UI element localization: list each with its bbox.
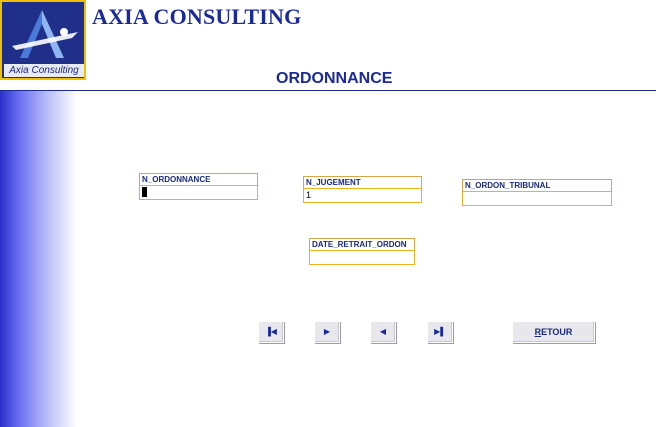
sidebar-gradient: [0, 91, 77, 427]
retour-button[interactable]: RETOUR: [512, 321, 595, 343]
company-logo: Axia Consulting: [0, 0, 86, 80]
header-divider: [0, 90, 656, 91]
n-ordon-tribunal-field: N_ORDON_TRIBUNAL: [462, 179, 612, 206]
last-record-icon: ▶▌: [434, 327, 446, 336]
date-retrait-ordon-label: DATE_RETRAIT_ORDON: [309, 238, 415, 251]
previous-record-button[interactable]: ◀: [370, 321, 396, 343]
first-record-icon: ▐◀: [265, 327, 277, 336]
last-record-button[interactable]: ▶▌: [427, 321, 453, 343]
n-ordonnance-field: N_ORDONNANCE: [139, 173, 258, 200]
company-name: AXIA CONSULTING: [92, 4, 302, 29]
n-jugement-label: N_JUGEMENT: [303, 176, 422, 189]
next-record-button[interactable]: ▶: [314, 321, 340, 343]
retour-label: ETOUR: [541, 327, 573, 337]
n-ordonnance-label: N_ORDONNANCE: [139, 173, 258, 186]
n-ordon-tribunal-input[interactable]: [462, 192, 612, 206]
n-jugement-input[interactable]: 1: [303, 189, 422, 203]
date-retrait-ordon-field: DATE_RETRAIT_ORDON: [309, 238, 415, 265]
n-ordonnance-input[interactable]: [139, 186, 258, 200]
logo-caption: Axia Consulting: [4, 64, 84, 77]
date-retrait-ordon-input[interactable]: [309, 251, 415, 265]
n-jugement-field: N_JUGEMENT 1: [303, 176, 422, 203]
first-record-button[interactable]: ▐◀: [258, 321, 284, 343]
text-cursor: [142, 186, 147, 197]
n-ordon-tribunal-label: N_ORDON_TRIBUNAL: [462, 179, 612, 192]
previous-record-icon: ◀: [379, 327, 387, 336]
next-record-icon: ▶: [323, 327, 331, 336]
page-title: ORDONNANCE: [276, 70, 393, 87]
